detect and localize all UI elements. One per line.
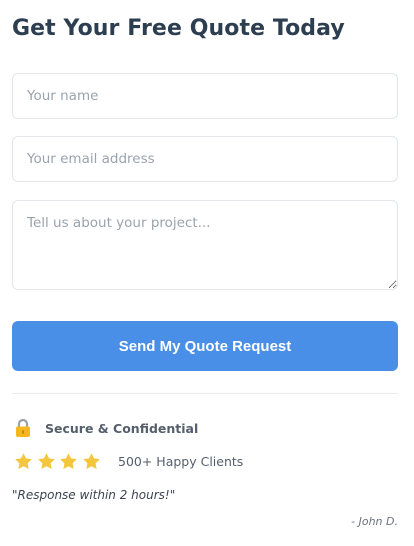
rating-stars	[14, 452, 104, 471]
testimonial-author: - John D.	[351, 515, 398, 528]
form-title: Get Your Free Quote Today	[12, 16, 345, 41]
project-message-textarea[interactable]	[12, 200, 398, 290]
send-quote-button[interactable]: Send My Quote Request	[12, 321, 398, 371]
name-input[interactable]	[12, 73, 398, 119]
lock-icon	[14, 418, 32, 438]
client-rating: 500+ Happy Clients	[14, 452, 243, 471]
secure-notice: Secure & Confidential	[14, 418, 198, 438]
star-icon	[37, 452, 56, 471]
happy-clients-label: 500+ Happy Clients	[118, 454, 244, 469]
secure-label: Secure & Confidential	[45, 420, 199, 436]
divider	[12, 393, 398, 394]
testimonial-quote: "Response within 2 hours!"	[12, 488, 176, 502]
star-icon	[14, 452, 33, 471]
star-icon	[59, 452, 78, 471]
email-input[interactable]	[12, 136, 398, 182]
star-icon	[82, 452, 101, 471]
